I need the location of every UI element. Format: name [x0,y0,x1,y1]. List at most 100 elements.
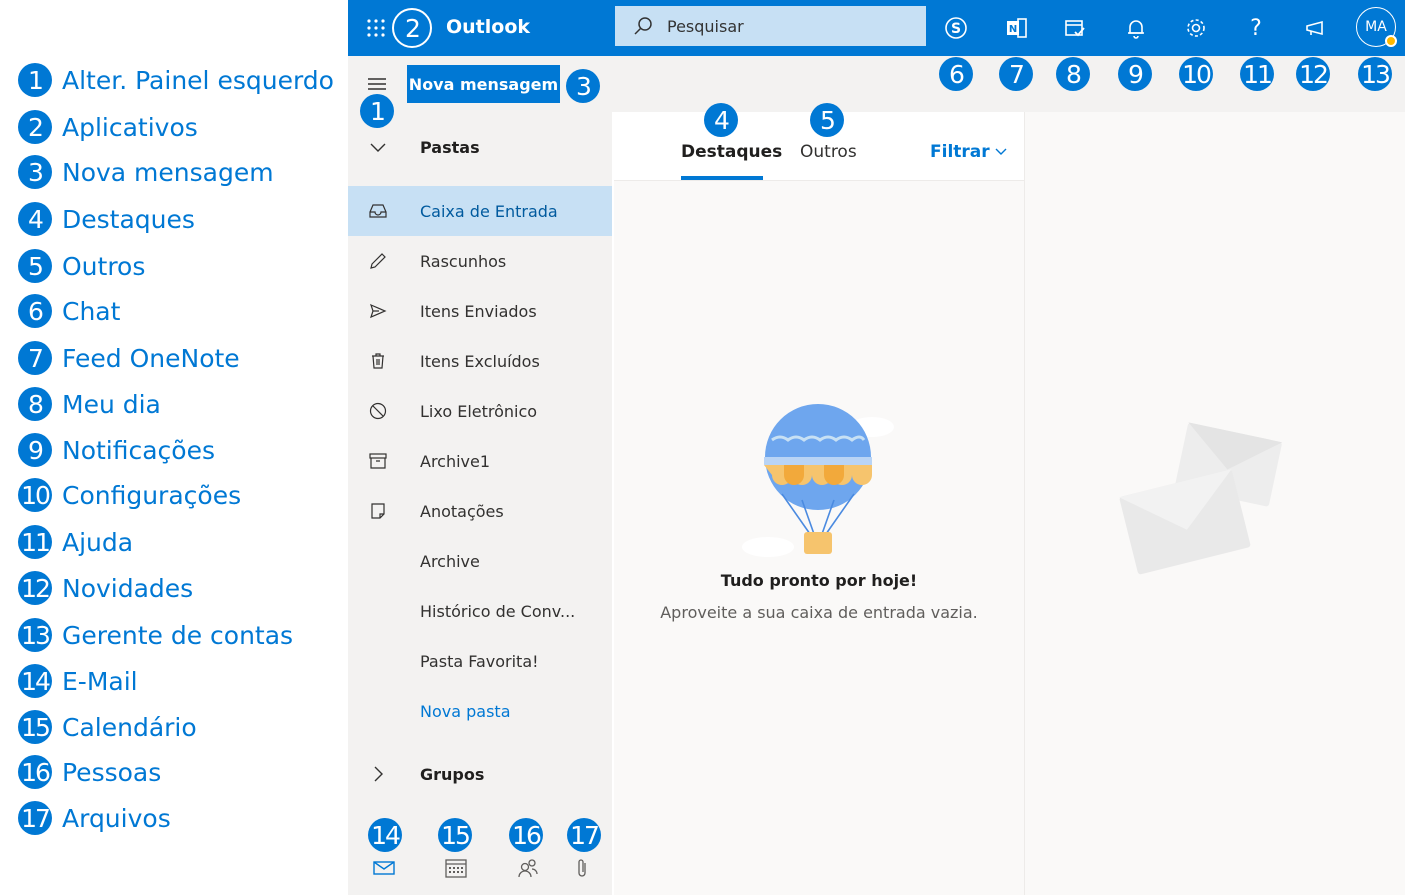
hamburger-menu-icon[interactable] [366,76,388,94]
number-badge: 2 [18,110,52,144]
legend-label: Ajuda [62,527,134,557]
search-icon [633,16,653,36]
number-badge: 6 [939,57,973,91]
calendar-icon[interactable] [444,856,468,880]
gear-icon[interactable] [1182,14,1210,42]
svg-text:N: N [1009,24,1017,35]
number-badge: 16 [18,755,52,789]
folder-item-drafts[interactable]: Rascunhos [348,236,612,286]
number-badge: 17 [18,801,52,835]
legend-label: Gerente de contas [62,620,294,650]
legend-item: 15 Calendário [18,709,197,745]
archive-icon [368,451,388,471]
app-title: Outlook [446,16,531,38]
tab-other[interactable]: Outros [800,142,857,162]
folder-label: Lixo Eletrônico [420,401,538,421]
megaphone-icon[interactable] [1302,14,1330,42]
folder-item-inbox[interactable]: Caixa de Entrada [348,186,612,236]
number-badge: 1 [18,63,52,97]
number-badge: 4 [18,202,52,236]
command-bar: Nova mensagem 3 6 7 8 9 10 11 12 13 [348,56,1405,112]
new-folder-link[interactable]: Nova pasta [348,686,612,736]
empty-state-title: Tudo pronto por hoje! [720,571,918,590]
my-day-icon[interactable] [1061,14,1089,42]
folder-item-junk[interactable]: Lixo Eletrônico [348,386,612,436]
legend-label: Destaques [62,204,195,234]
folder-item-deleted[interactable]: Itens Excluídos [348,336,612,386]
search-input[interactable] [667,16,907,36]
filter-label: Filtrar [930,142,990,162]
new-message-button[interactable]: Nova mensagem [407,65,560,103]
folder-label: Rascunhos [420,251,507,271]
folder-item-favorite[interactable]: Pasta Favorita! [348,636,612,686]
avatar[interactable]: MA [1356,7,1397,47]
inbox-icon [368,201,388,221]
number-badge: 12 [1296,57,1330,91]
folder-label: Caixa de Entrada [420,201,558,221]
number-badge: 14 [18,664,52,698]
number-badge: 11 [18,525,52,559]
legend-label: Novidades [62,573,194,603]
bell-icon[interactable] [1122,14,1150,42]
mail-icon[interactable] [372,856,396,880]
folder-label: Itens Excluídos [420,351,540,371]
number-badge: 17 [567,818,601,852]
people-icon[interactable] [516,856,540,880]
legend-item: 6 Chat [18,293,120,329]
svg-text:S: S [951,21,961,37]
skype-chat-icon[interactable]: S [942,14,970,42]
number-badge: 2 [392,8,432,48]
folder-item-conversation-history[interactable]: Histórico de Conv... [348,586,612,636]
folder-item-archive[interactable]: Archive [348,536,612,586]
chevron-down-icon [995,148,1007,156]
legend-item: 5 Outros [18,248,145,284]
legend-label: Arquivos [62,803,171,833]
filter-button[interactable]: Filtrar [930,142,1007,162]
legend-item: 13 Gerente de contas [18,617,293,653]
paperclip-icon[interactable] [570,856,594,880]
legend-item: 17 Arquivos [18,800,171,836]
number-badge: 10 [1179,57,1213,91]
legend-item: 8 Meu dia [18,386,161,422]
legend-label: Nova mensagem [62,157,274,187]
folder-item-notes[interactable]: Anotações [348,486,612,536]
send-icon [368,301,388,321]
folder-item-archive1[interactable]: Archive1 [348,436,612,486]
search-box[interactable] [615,6,926,46]
legend-label: Pessoas [62,757,162,787]
reading-pane [1024,112,1405,895]
note-icon [368,501,388,521]
groups-header[interactable]: Grupos [348,749,612,799]
folder-label: Anotações [420,501,504,521]
legend-item: 10 Configurações [18,477,241,513]
app-launcher-icon[interactable] [362,14,390,42]
number-badge: 12 [18,571,52,605]
number-badge: 15 [438,818,472,852]
number-badge: 7 [18,341,52,375]
tab-focused[interactable]: Destaques [681,142,782,162]
legend-item: 12 Novidades [18,570,193,606]
legend-label: Aplicativos [62,112,198,142]
folders-header[interactable]: Pastas [348,122,612,172]
folder-item-sent[interactable]: Itens Enviados [348,286,612,336]
folder-label: Itens Enviados [420,301,537,321]
help-icon[interactable]: ? [1242,14,1270,42]
legend-item: 1 Alter. Painel esquerdo [18,62,334,98]
legend-item: 7 Feed OneNote [18,340,240,376]
top-bar: 2 Outlook S N ? MA [348,0,1405,56]
folders-header-label: Pastas [420,137,480,157]
empty-state-subtitle: Aproveite a sua caixa de entrada vazia. [660,603,978,622]
legend-label: Alter. Painel esquerdo [62,65,334,95]
avatar-initials: MA [1365,19,1387,35]
groups-header-label: Grupos [420,764,485,784]
chevron-down-icon [368,137,388,157]
onenote-icon[interactable]: N [1002,14,1030,42]
folder-pane: 1 Pastas Caixa de Entrada Rascunhos Iten… [348,94,612,895]
number-badge: 14 [368,818,402,852]
active-tab-indicator [681,176,763,180]
new-folder-label: Nova pasta [420,701,511,721]
number-badge: 9 [1118,57,1152,91]
legend-item: 16 Pessoas [18,754,161,790]
legend-label: Notificações [62,435,216,465]
number-badge: 10 [18,478,52,512]
